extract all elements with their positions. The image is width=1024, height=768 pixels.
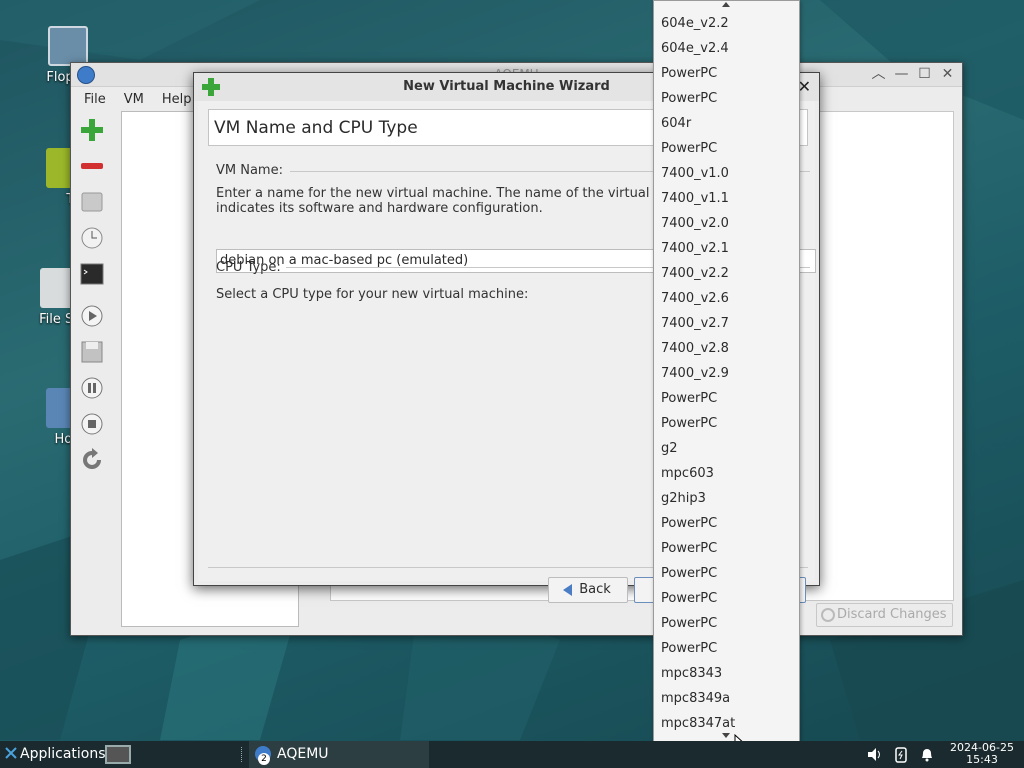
cpu-type-option[interactable]: PowerPC [654,61,799,86]
cpu-type-option[interactable]: PowerPC [654,386,799,411]
cpu-type-option[interactable]: 7400_v2.6 [654,286,799,311]
remove-vm-icon[interactable] [79,153,105,179]
close-window-icon[interactable]: ✕ [939,66,956,83]
cpu-type-option[interactable]: 7400_v2.0 [654,211,799,236]
terminal-icon[interactable] [79,261,105,287]
cpu-type-option[interactable]: PowerPC [654,136,799,161]
cpu-type-dropdown-list[interactable]: 604e_v2.2 604e_v2.4 PowerPC PowerPC 604r Powe… [653,0,800,742]
clock[interactable]: 2024-06-25 15:43 [947,742,1017,766]
cpu-type-option[interactable]: 7400_v2.7 [654,311,799,336]
maximize-window-icon[interactable]: ☐ [916,66,933,83]
vm-toolbar [79,111,109,477]
menu-file[interactable]: File [75,89,115,110]
applications-menu-button[interactable]: Applications [20,746,106,762]
start-icon[interactable] [79,303,105,329]
cpu-type-option[interactable]: 7400_v2.2 [654,261,799,286]
cpu-type-option[interactable]: 604r [654,111,799,136]
cpu-type-option[interactable]: g2hip3 [654,486,799,511]
cpu-type-options: 604e_v2.2 604e_v2.4 PowerPC PowerPC 604r Powe… [654,11,799,736]
cpu-type-option[interactable]: 7400_v2.8 [654,336,799,361]
vm-name-label: VM Name: [216,163,283,178]
discard-changes-label: Discard Changes [837,607,947,622]
notifications-bell-icon[interactable] [919,746,935,763]
task-label: AQEMU [277,746,329,762]
reset-icon[interactable] [79,447,105,473]
window-count-badge: 2 [258,753,270,765]
add-vm-icon[interactable] [79,117,105,143]
taskbar-task-aqemu[interactable]: 2 AQEMU [249,741,429,768]
save-icon[interactable] [79,339,105,365]
cpu-type-option[interactable]: 604e_v2.4 [654,36,799,61]
cpu-type-option[interactable]: mpc8343 [654,661,799,686]
cpu-type-option[interactable]: PowerPC [654,536,799,561]
cpu-type-option[interactable]: 7400_v1.0 [654,161,799,186]
cpu-type-option[interactable]: PowerPC [654,86,799,111]
menu-vm[interactable]: VM [115,89,153,110]
cpu-type-option[interactable]: 604e_v2.2 [654,11,799,36]
applications-menu-icon[interactable] [4,746,18,762]
clock-time: 15:43 [966,753,998,766]
pause-icon[interactable] [79,375,105,401]
cpu-type-option[interactable]: PowerPC [654,511,799,536]
cpu-type-option[interactable]: mpc8349a [654,686,799,711]
taskbar-separator [241,747,243,762]
cpu-type-option[interactable]: g2 [654,436,799,461]
shade-window-icon[interactable]: ︿ [870,66,887,83]
cpu-type-option[interactable]: PowerPC [654,586,799,611]
cpu-type-option[interactable]: 7400_v2.1 [654,236,799,261]
taskbar: Applications 2 AQEMU 2024-06-25 15:43 [0,741,1024,768]
minimize-window-icon[interactable]: — [893,66,910,83]
cpu-type-option[interactable]: PowerPC [654,561,799,586]
cpu-type-option[interactable]: 7400_v2.9 [654,361,799,386]
back-button[interactable]: Back [548,577,628,603]
stop-icon[interactable] [79,411,105,437]
floppy-icon [48,26,88,66]
scroll-down-icon[interactable] [722,733,730,738]
cancel-icon [821,608,835,622]
cpu-type-option[interactable]: PowerPC [654,411,799,436]
arrow-left-icon [563,584,572,596]
cpu-type-option[interactable]: 7400_v1.1 [654,186,799,211]
cpu-type-option[interactable]: PowerPC [654,611,799,636]
show-desktop-icon[interactable] [105,745,131,764]
clock-icon[interactable] [79,225,105,251]
volume-icon[interactable] [866,746,882,763]
hdd-icon[interactable] [79,189,105,215]
discard-changes-button[interactable]: Discard Changes [816,603,953,627]
cpu-type-label: CPU Type: [216,260,281,275]
battery-icon[interactable] [893,746,909,763]
cpu-type-option[interactable]: PowerPC [654,636,799,661]
back-button-label: Back [579,582,611,597]
scroll-up-icon[interactable] [722,2,730,7]
cpu-type-option[interactable]: mpc603 [654,461,799,486]
